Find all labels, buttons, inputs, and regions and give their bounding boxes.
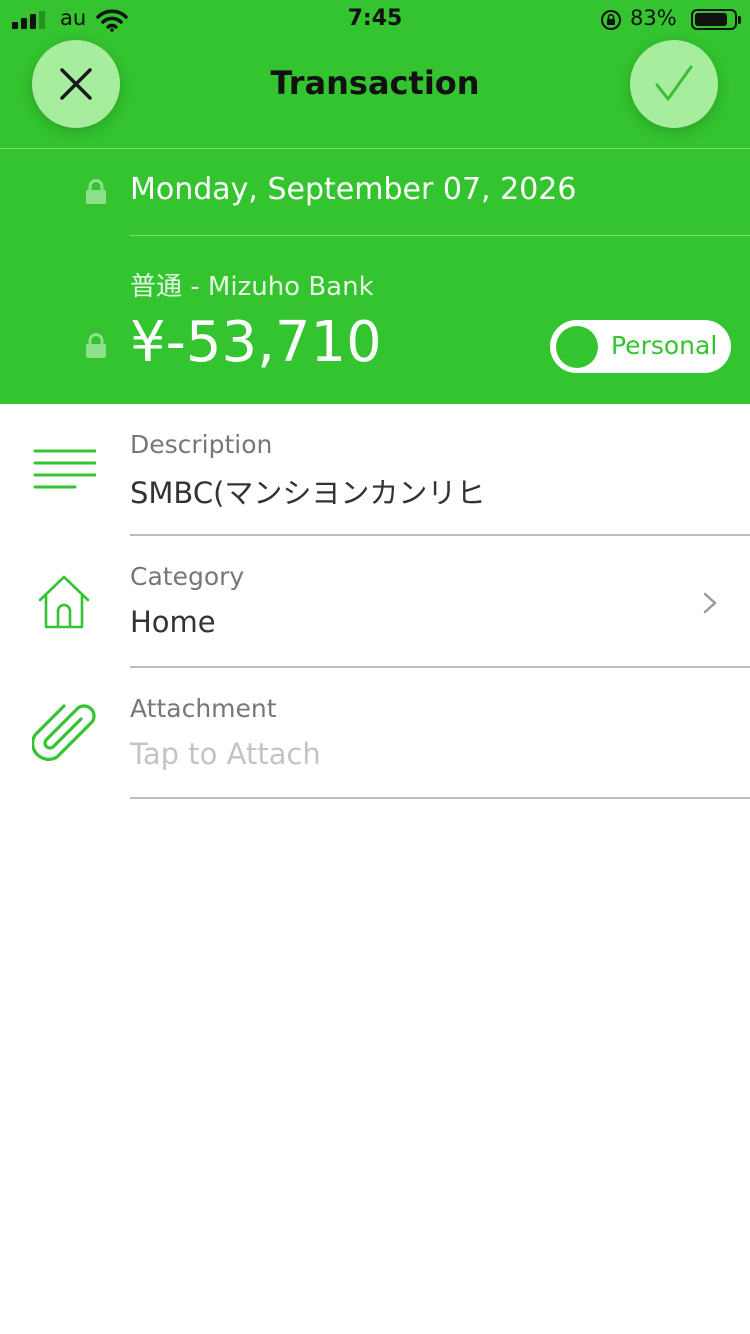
status-bar: au 7:45 83% xyxy=(0,0,750,40)
lock-icon xyxy=(86,333,106,358)
attachment-placeholder[interactable]: Tap to Attach xyxy=(130,737,321,771)
home-icon xyxy=(38,575,90,629)
paperclip-icon xyxy=(32,704,96,761)
description-value[interactable]: SMBC(マンシヨンカンリヒ xyxy=(130,470,485,512)
lock-icon xyxy=(86,179,106,204)
chevron-right-icon[interactable] xyxy=(702,591,718,615)
date-divider xyxy=(130,235,750,236)
battery-icon xyxy=(691,9,741,30)
attachment-row[interactable]: Attachment Tap to Attach xyxy=(0,668,750,800)
row-divider xyxy=(130,797,750,799)
battery-cap xyxy=(738,16,741,24)
description-row[interactable]: Description SMBC(マンシヨンカンリヒ xyxy=(0,404,750,536)
description-label: Description xyxy=(130,430,273,459)
save-button[interactable] xyxy=(630,40,718,128)
category-row[interactable]: Category Home xyxy=(0,536,750,668)
personal-toggle[interactable]: Personal xyxy=(550,320,731,373)
category-label: Category xyxy=(130,562,245,591)
account-name: 普通 - Mizuho Bank xyxy=(130,272,374,302)
checkmark-icon xyxy=(655,65,693,101)
toggle-knob xyxy=(556,326,598,368)
transaction-amount: ¥-53,710 xyxy=(130,310,382,375)
battery-level-fill xyxy=(695,13,727,26)
attachment-label: Attachment xyxy=(130,694,277,723)
orientation-lock-icon xyxy=(601,10,621,30)
nav-divider xyxy=(0,148,750,149)
transaction-header: au 7:45 83% Transaction Monday, Septembe… xyxy=(0,0,750,404)
category-value: Home xyxy=(130,605,216,639)
lines-icon xyxy=(33,449,96,489)
battery-percentage: 83% xyxy=(630,6,677,30)
transaction-date[interactable]: Monday, September 07, 2026 xyxy=(130,172,576,207)
toggle-label: Personal xyxy=(611,331,718,360)
